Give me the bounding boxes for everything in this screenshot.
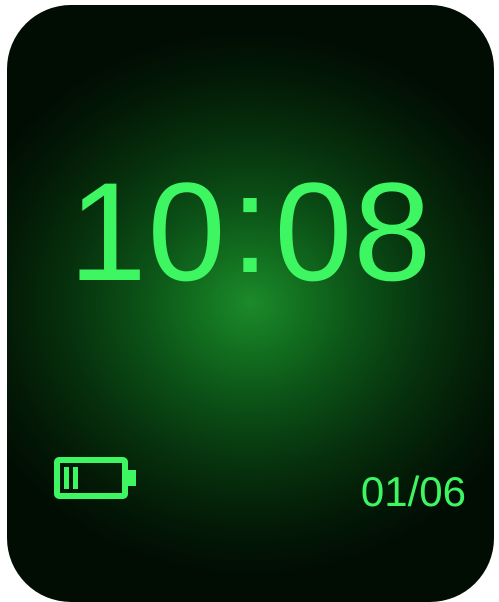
time-hours: 10 xyxy=(68,153,227,310)
battery-low-icon xyxy=(54,457,136,499)
time-separator: : xyxy=(230,145,271,302)
time-display: 10:08 xyxy=(7,154,494,302)
battery-level-bar-1 xyxy=(64,467,69,489)
watch-screen: 10:08 01/06 xyxy=(7,5,494,602)
date-display: 01/06 xyxy=(360,468,466,515)
battery-level-bar-2 xyxy=(73,467,78,489)
battery-terminal xyxy=(127,470,136,486)
time-minutes: 08 xyxy=(274,153,433,310)
